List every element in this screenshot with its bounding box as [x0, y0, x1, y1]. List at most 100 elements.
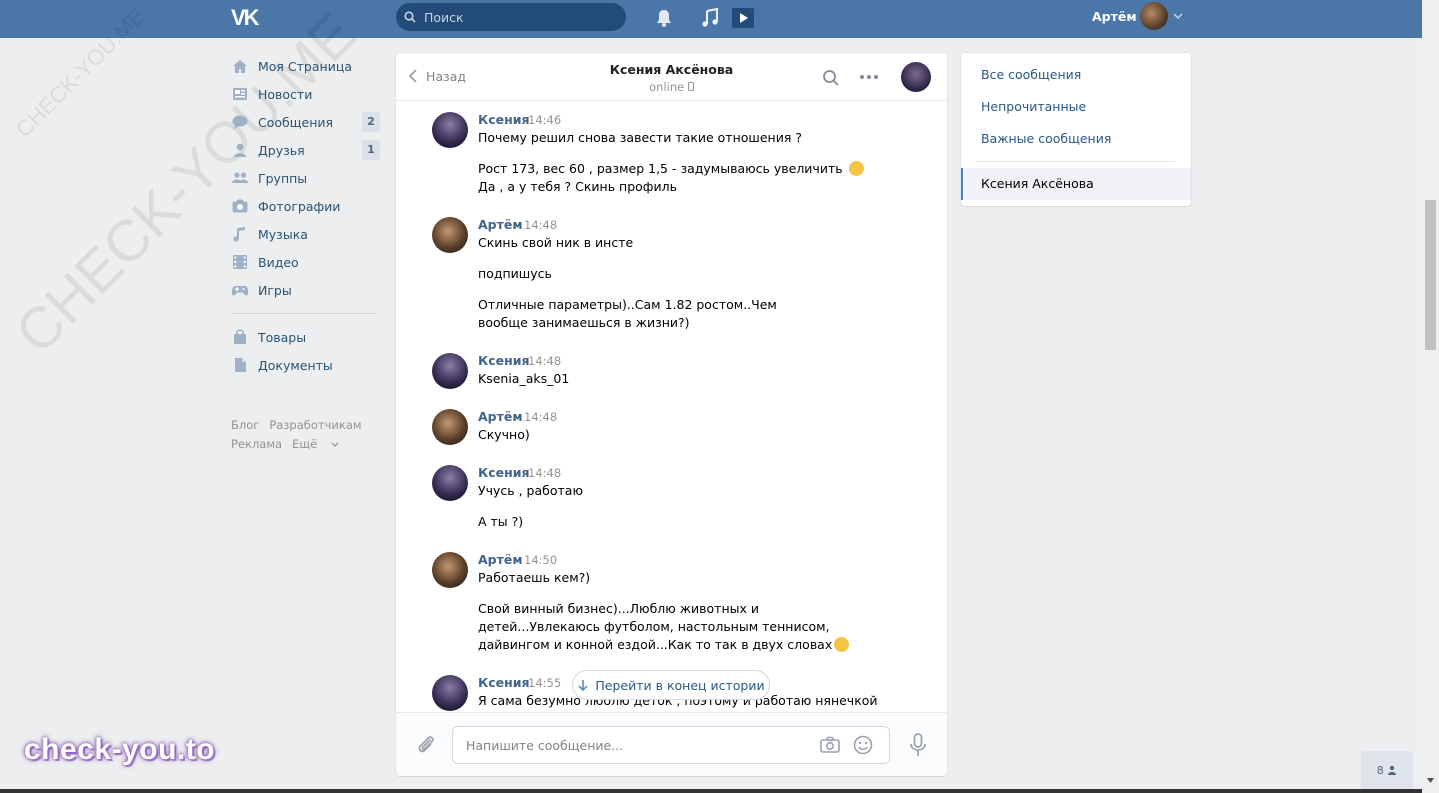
avatar[interactable]: [432, 552, 468, 588]
message-body: Работаешь кем?) Свой винный бизнес)...Лю…: [478, 569, 898, 654]
search-icon[interactable]: [822, 69, 840, 87]
scrollbar-thumb[interactable]: [1425, 200, 1436, 350]
bell-icon[interactable]: [653, 7, 675, 29]
message-time: 14:48: [528, 466, 562, 480]
message-body: Учусь , работаю А ты ?): [478, 482, 898, 544]
taskbar-strip: [0, 789, 1422, 793]
microphone-icon[interactable]: [908, 733, 928, 757]
search-input[interactable]: [424, 3, 619, 31]
message-author[interactable]: Ксения: [478, 353, 530, 368]
message-author[interactable]: Ксения: [478, 112, 530, 127]
messages-icon: [232, 115, 248, 129]
message-text: Да , а у тебя ? Скинь профиль: [478, 179, 677, 194]
chevron-down-icon: [331, 442, 339, 447]
message-body: Скинь свой ник в инсте подпишусь Отличны…: [478, 234, 898, 345]
filter-active-conversation[interactable]: Ксения Аксёнова: [961, 168, 1191, 200]
jump-to-end-button[interactable]: Перейти в конец истории: [572, 670, 770, 700]
message-text: А ты ?): [478, 514, 524, 529]
nav-item-games[interactable]: Игры: [226, 276, 386, 304]
music-icon[interactable]: [699, 7, 721, 29]
message-text: Скинь свой ник в инсте: [478, 235, 634, 250]
nav-item-groups[interactable]: Группы: [226, 164, 386, 192]
avatar[interactable]: [432, 353, 468, 389]
arrow-down-icon: [578, 680, 588, 691]
nav-item-video[interactable]: Видео: [226, 248, 386, 276]
message-author[interactable]: Артём: [478, 217, 523, 232]
chevron-down-icon[interactable]: [1172, 11, 1184, 21]
gamepad-icon: [231, 286, 249, 296]
flushed-emoji-icon: [834, 637, 850, 652]
avatar[interactable]: [432, 112, 468, 148]
avatar[interactable]: [432, 217, 468, 253]
nav-item-messages[interactable]: Сообщения 2: [226, 108, 386, 136]
left-sidebar: Моя Страница Новости Сообщения 2 Друзья …: [226, 52, 386, 379]
message-author[interactable]: Ксения: [478, 465, 530, 480]
filter-unread[interactable]: Непрочитанные: [981, 99, 1086, 114]
message-text: Почему решил снова завести такие отношен…: [478, 130, 802, 145]
nav-label: Сообщения: [258, 114, 334, 130]
message-text: Свой винный бизнес)...Люблю животных и д…: [478, 601, 833, 652]
nav-item-documents[interactable]: Документы: [226, 351, 386, 379]
footer-link-blog[interactable]: Блог: [231, 418, 259, 432]
message-time: 14:50: [524, 553, 558, 567]
chat-panel: Назад Ксения Аксёнова online Ксения 14:4…: [396, 53, 947, 776]
friends-icon: [234, 143, 246, 157]
header-user-name[interactable]: Артём: [1092, 9, 1137, 24]
nav-divider: [231, 313, 376, 314]
message-author[interactable]: Ксения: [478, 675, 530, 690]
friends-badge: 1: [362, 140, 380, 160]
nav-item-friends[interactable]: Друзья 1: [226, 136, 386, 164]
camera-icon[interactable]: [820, 736, 840, 754]
message-input[interactable]: [466, 727, 806, 763]
footer-more-label: Ещё: [292, 437, 318, 451]
avatar[interactable]: [432, 675, 468, 711]
home-icon: [233, 60, 247, 73]
scroll-down-arrow-icon[interactable]: [1426, 776, 1435, 785]
music-note-icon: [233, 227, 245, 242]
message-author[interactable]: Артём: [478, 409, 523, 424]
nav-label: Видео: [258, 254, 299, 270]
mobile-icon: [687, 82, 694, 91]
message-text: подпишусь: [478, 266, 552, 281]
peer-avatar[interactable]: [901, 62, 931, 92]
play-icon[interactable]: [732, 7, 754, 29]
message-input-box[interactable]: [452, 726, 890, 764]
page-scrollbar[interactable]: [1422, 0, 1439, 793]
nav-label: Фотографии: [258, 198, 341, 214]
online-count: 8: [1376, 763, 1384, 777]
message-author[interactable]: Артём: [478, 552, 523, 567]
avatar[interactable]: [432, 409, 468, 445]
vk-logo[interactable]: VK: [231, 5, 265, 30]
message-time: 14:46: [528, 113, 562, 127]
filter-important[interactable]: Важные сообщения: [981, 131, 1111, 146]
nav-label: Игры: [258, 282, 292, 298]
message-history: Ксения 14:46 Почему решил снова завести …: [396, 102, 947, 712]
message-text: Учусь , работаю: [478, 483, 583, 498]
footer-link-more[interactable]: Ещё: [292, 437, 339, 451]
message-text: Отличные параметры)..Сам 1.82 ростом..Че…: [478, 297, 777, 330]
document-icon: [235, 358, 246, 372]
footer-link-ads[interactable]: Реклама: [231, 437, 282, 451]
message-composer: [396, 712, 947, 776]
message-text: Работаешь кем?): [478, 570, 591, 585]
peer-status-label: online: [649, 80, 685, 94]
header-avatar[interactable]: [1140, 2, 1168, 30]
avatar[interactable]: [432, 465, 468, 501]
more-icon[interactable]: [859, 74, 879, 80]
nav-item-photos[interactable]: Фотографии: [226, 192, 386, 220]
smile-icon[interactable]: [853, 735, 873, 755]
paperclip-icon[interactable]: [415, 734, 437, 756]
nav-label: Новости: [258, 86, 313, 102]
nav-item-goods[interactable]: Товары: [226, 323, 386, 351]
online-friends-button[interactable]: 8: [1361, 751, 1413, 789]
nav-item-my-page[interactable]: Моя Страница: [226, 52, 386, 80]
search-icon: [404, 11, 416, 23]
footer-link-developers[interactable]: Разработчикам: [269, 418, 361, 432]
nav-item-news[interactable]: Новости: [226, 80, 386, 108]
message-text: Рост 173, вес 60 , размер 1,5 - задумыва…: [478, 161, 843, 176]
filter-all-messages[interactable]: Все сообщения: [981, 67, 1081, 82]
nav-label: Моя Страница: [258, 58, 352, 74]
nav-item-music[interactable]: Музыка: [226, 220, 386, 248]
search-box[interactable]: [396, 3, 626, 31]
nav-label: Музыка: [258, 226, 308, 242]
